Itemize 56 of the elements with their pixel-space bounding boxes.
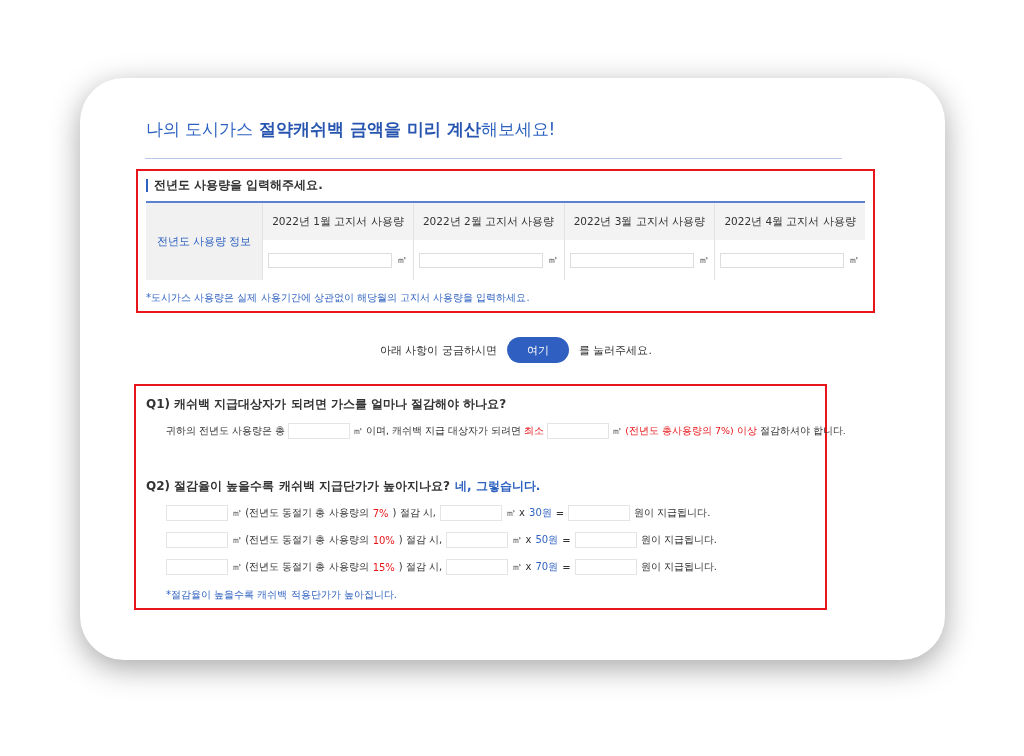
- row-header: 전년도 사용량 정보: [146, 203, 262, 280]
- input-field[interactable]: [439, 505, 502, 521]
- sentence-text: ) 절감 시,: [398, 560, 443, 574]
- sentence-text: 30원: [529, 506, 552, 520]
- page-title: 나의 도시가스 절약캐쉬백 금액을 미리 계산해보세요!: [146, 118, 557, 141]
- sentence-text: ) 절감 시,: [392, 506, 436, 520]
- note-text: *절감율이 높을수록 캐쉬백 적용단가가 높아집니다.: [166, 588, 398, 602]
- sentence-text: 원이 지급됩니다.: [634, 506, 711, 520]
- input-field[interactable]: [418, 252, 543, 268]
- sentence-text: ㎥ (전년도 동절기 총 사용량의: [232, 506, 369, 520]
- help-text: 를 눌러주세요.: [579, 342, 652, 358]
- input-field[interactable]: [166, 505, 228, 521]
- sentence-text: 7%: [372, 507, 389, 519]
- sentence-text: =: [562, 534, 571, 546]
- section-heading: 전년도 사용량을 입력해주세요.: [146, 179, 865, 192]
- input-field[interactable]: [446, 559, 509, 575]
- input-field[interactable]: [288, 423, 351, 439]
- unit-label: ㎥: [397, 253, 407, 267]
- input-field[interactable]: [268, 252, 392, 268]
- sentence-text: ㎥ (전년도 동절기 총 사용량의: [232, 560, 369, 574]
- sentence-text: 15%: [372, 561, 395, 573]
- sentence-text: =: [562, 561, 571, 573]
- sentence-text: 원이 지급됩니다.: [640, 533, 717, 547]
- sentence-text: ㎥ 이며, 캐쉬백 지급 대상자가 되려면: [353, 424, 522, 438]
- sentence-text: ㎥ (전년도 동절기 총 사용량의: [232, 533, 369, 547]
- sentence-text: 귀하의 전년도 사용량은 총: [166, 424, 286, 438]
- unit-label: ㎥: [547, 253, 558, 267]
- sentence-text: ㎥ x: [505, 506, 526, 520]
- input-field[interactable]: [568, 505, 631, 521]
- here-button[interactable]: 여기: [507, 337, 569, 363]
- input-field[interactable]: [574, 532, 637, 548]
- sentence-text: 최소: [524, 424, 545, 438]
- sentence-text: ㎥ x: [512, 533, 532, 547]
- sentence-text: 원이 지급됩니다.: [640, 560, 717, 574]
- note-text: *도시가스 사용량은 실제 사용기간에 상관없이 해당월의 고지서 사용량을 입력하세요.: [146, 291, 531, 305]
- help-text: 아래 사항이 궁금하시면: [380, 342, 497, 358]
- input-field[interactable]: [720, 252, 845, 268]
- sentence-text: (전년도 총사용량의 7%) 이상: [625, 424, 757, 438]
- sentence-text: 50원: [535, 533, 559, 547]
- unit-label: ㎥: [849, 253, 860, 267]
- sentence-text: ) 절감 시,: [398, 533, 443, 547]
- input-field[interactable]: [166, 559, 228, 575]
- input-field[interactable]: [166, 532, 228, 548]
- question-text: Q2) 절감율이 높을수록 캐쉬백 지급단가가 높아지나요?: [146, 478, 450, 495]
- input-field[interactable]: [574, 559, 637, 575]
- question-text: Q1) 캐쉬백 지급대상자가 되려면 가스를 얼마나 절감해야 하나요?: [146, 396, 508, 413]
- unit-label: ㎥: [698, 253, 709, 267]
- sentence-text: 70원: [535, 560, 559, 574]
- sentence-text: ㎥ x: [512, 560, 532, 574]
- answer-text: 네, 그렇습니다.: [454, 478, 541, 495]
- input-field[interactable]: [569, 252, 694, 268]
- input-field[interactable]: [446, 532, 509, 548]
- input-field[interactable]: [547, 423, 610, 439]
- sentence-text: 10%: [372, 534, 395, 546]
- sentence-text: =: [555, 507, 565, 519]
- sentence-text: ㎥: [612, 424, 623, 438]
